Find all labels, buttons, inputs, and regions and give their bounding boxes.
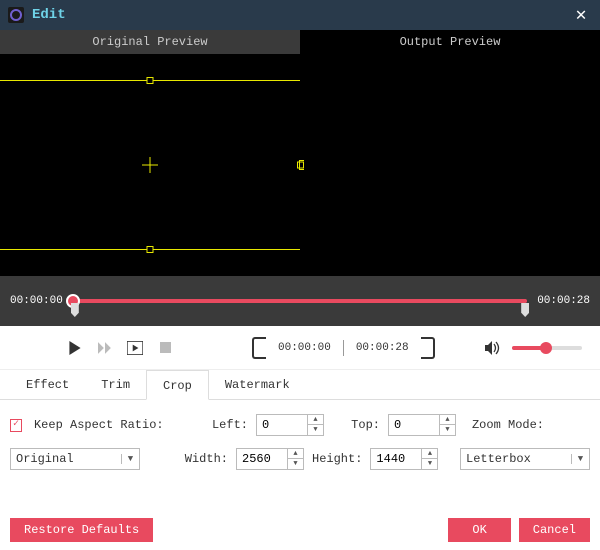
tab-bar: Effect Trim Crop Watermark	[0, 370, 600, 400]
left-spin-up[interactable]: ▲	[308, 415, 323, 425]
crop-handle-bottom[interactable]	[147, 246, 154, 253]
aspect-select[interactable]: Original▼	[10, 448, 140, 470]
width-input[interactable]: ▲▼	[236, 448, 304, 470]
set-in-point-button[interactable]	[252, 337, 266, 359]
height-field[interactable]	[371, 452, 421, 466]
in-point-time: 00:00:00	[274, 342, 335, 354]
width-field[interactable]	[237, 452, 287, 466]
footer: Restore Defaults OK Cancel	[0, 510, 600, 550]
timeline-start-time: 00:00:00	[10, 295, 63, 307]
timeline-end-time: 00:00:28	[537, 295, 590, 307]
height-spin-down[interactable]: ▼	[422, 459, 437, 469]
tab-trim[interactable]: Trim	[85, 370, 146, 399]
height-input[interactable]: ▲▼	[370, 448, 438, 470]
ok-button[interactable]: OK	[448, 518, 510, 542]
app-logo-icon	[8, 7, 24, 23]
timeline: 00:00:00 00:00:28	[0, 276, 600, 326]
set-out-point-button[interactable]	[421, 337, 435, 359]
preview-labels: Original Preview Output Preview	[0, 30, 600, 54]
top-label: Top:	[332, 418, 380, 432]
zoom-mode-select[interactable]: Letterbox▼	[460, 448, 590, 470]
top-input[interactable]: ▲▼	[388, 414, 456, 436]
chevron-down-icon[interactable]: ▼	[571, 454, 589, 464]
title-bar: Edit ✕	[0, 0, 600, 30]
width-spin-up[interactable]: ▲	[288, 449, 303, 459]
tab-effect[interactable]: Effect	[10, 370, 85, 399]
volume-thumb[interactable]	[540, 342, 552, 354]
timeline-track[interactable]	[73, 299, 527, 303]
top-spin-down[interactable]: ▼	[440, 425, 455, 435]
left-spin-down[interactable]: ▼	[308, 425, 323, 435]
chevron-down-icon[interactable]: ▼	[121, 454, 139, 464]
keep-aspect-label: Keep Aspect Ratio:	[34, 418, 164, 432]
volume-slider[interactable]	[512, 346, 582, 350]
width-label: Width:	[180, 452, 228, 466]
left-label: Left:	[200, 418, 248, 432]
original-preview-label: Original Preview	[0, 30, 300, 54]
stop-icon[interactable]	[154, 337, 176, 359]
timeline-in-marker[interactable]	[71, 303, 79, 317]
top-spin-up[interactable]: ▲	[440, 415, 455, 425]
original-preview[interactable]	[0, 54, 300, 276]
cancel-button[interactable]: Cancel	[519, 518, 590, 542]
time-divider	[343, 340, 344, 356]
fast-forward-icon[interactable]	[94, 337, 116, 359]
zoom-mode-label: Zoom Mode:	[472, 418, 590, 432]
left-field[interactable]	[257, 418, 307, 432]
timeline-out-marker[interactable]	[521, 303, 529, 317]
crop-center-icon[interactable]	[142, 157, 158, 173]
timeline-fill	[73, 299, 527, 303]
tab-watermark[interactable]: Watermark	[209, 370, 306, 399]
play-icon[interactable]	[64, 337, 86, 359]
height-spin-up[interactable]: ▲	[422, 449, 437, 459]
window-title: Edit	[32, 7, 570, 23]
volume-icon[interactable]	[482, 337, 504, 359]
step-frame-icon[interactable]	[124, 337, 146, 359]
width-spin-down[interactable]: ▼	[288, 459, 303, 469]
crop-frame[interactable]	[0, 80, 300, 250]
out-point-time: 00:00:28	[352, 342, 413, 354]
keep-aspect-checkbox[interactable]	[10, 419, 22, 432]
restore-defaults-button[interactable]: Restore Defaults	[10, 518, 153, 542]
top-field[interactable]	[389, 418, 439, 432]
height-label: Height:	[312, 452, 362, 466]
output-bracket-icon	[299, 160, 304, 170]
output-preview	[300, 54, 600, 276]
preview-area	[0, 54, 600, 276]
crop-panel: Keep Aspect Ratio: Left: ▲▼ Top: ▲▼ Zoom…	[0, 400, 600, 492]
zoom-mode-value: Letterbox	[461, 452, 571, 466]
playback-controls: 00:00:00 00:00:28	[0, 326, 600, 370]
output-preview-label: Output Preview	[300, 30, 600, 54]
close-icon[interactable]: ✕	[570, 4, 592, 26]
aspect-select-value: Original	[11, 452, 121, 466]
tab-crop[interactable]: Crop	[146, 370, 209, 400]
crop-handle-top[interactable]	[147, 77, 154, 84]
left-input[interactable]: ▲▼	[256, 414, 324, 436]
